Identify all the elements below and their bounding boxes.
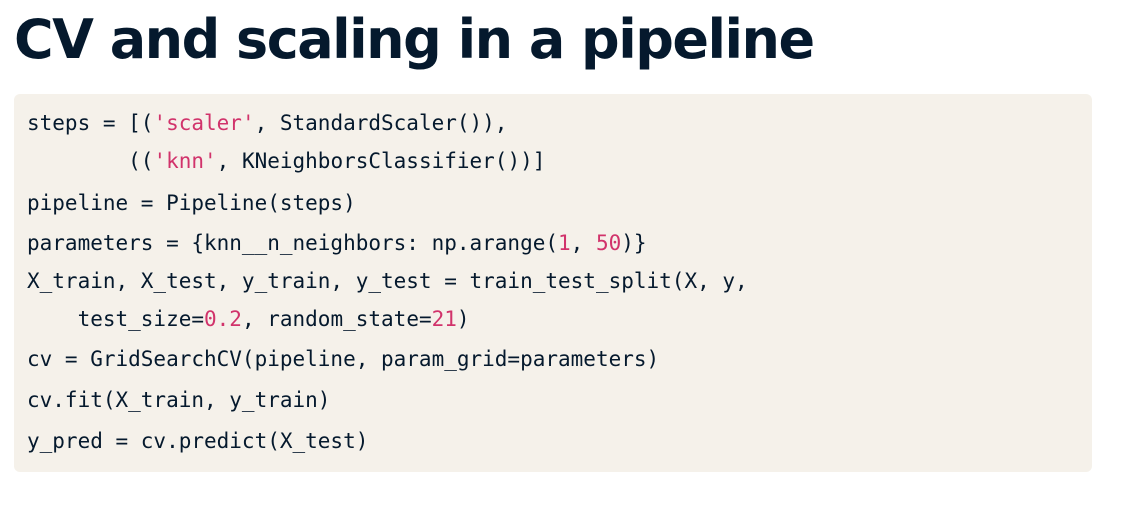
code-text: (( <box>27 149 154 173</box>
code-text: , KNeighborsClassifier())] <box>216 149 546 173</box>
code-number: 50 <box>595 231 622 255</box>
code-text: X_train, X_test, y_train, y_test = train… <box>27 269 748 293</box>
code-number: 21 <box>431 307 457 331</box>
code-text: y_pred = cv.predict(X_test) <box>27 429 369 453</box>
code-line: steps = [('scaler', StandardScaler()), <box>27 108 507 138</box>
code-line: (('knn', KNeighborsClassifier())] <box>27 146 545 176</box>
code-text: cv.fit(X_train, y_train) <box>27 388 331 412</box>
code-text: cv = GridSearchCV(pipeline, param_grid=p… <box>27 347 660 371</box>
code-line: cv = GridSearchCV(pipeline, param_grid=p… <box>27 344 659 374</box>
code-string: 'scaler' <box>153 111 255 135</box>
code-text: steps = [( <box>27 111 154 135</box>
code-text: , <box>570 231 596 255</box>
code-string: 'knn' <box>153 149 217 173</box>
code-line: pipeline = Pipeline(steps) <box>27 188 356 218</box>
code-text: parameters = {knn__n_neighbors: np.arang… <box>27 231 559 255</box>
code-line: cv.fit(X_train, y_train) <box>27 385 330 415</box>
code-line: y_pred = cv.predict(X_test) <box>27 426 368 456</box>
code-number: 0.2 <box>204 307 242 331</box>
code-line: test_size=0.2, random_state=21) <box>27 304 470 334</box>
code-number: 1 <box>558 231 571 255</box>
code-text: )} <box>621 231 647 255</box>
code-text: , random_state= <box>241 307 432 331</box>
code-text: , StandardScaler()), <box>254 111 508 135</box>
code-block: steps = [('scaler', StandardScaler()), (… <box>14 94 1092 472</box>
code-line: parameters = {knn__n_neighbors: np.arang… <box>27 228 647 258</box>
code-line: X_train, X_test, y_train, y_test = train… <box>27 266 748 296</box>
code-text: test_size= <box>27 307 205 331</box>
code-text: ) <box>456 307 470 331</box>
page-title: CV and scaling in a pipeline <box>14 8 815 71</box>
code-text: pipeline = Pipeline(steps) <box>27 191 356 215</box>
